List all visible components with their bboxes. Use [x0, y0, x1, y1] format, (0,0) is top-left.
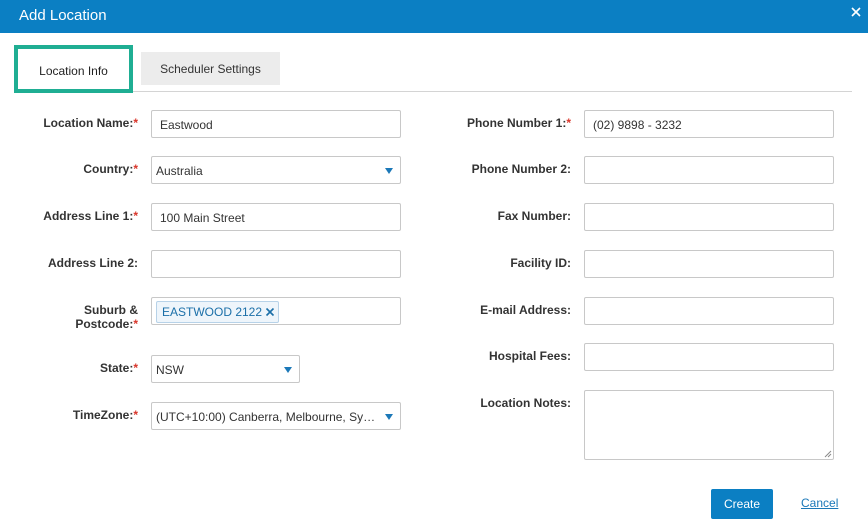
state-select[interactable]: NSW — [151, 355, 300, 383]
phone2-label-text: Phone Number 2: — [471, 162, 571, 176]
email-input[interactable] — [584, 297, 834, 325]
email-label-text: E-mail Address: — [480, 303, 571, 317]
create-button[interactable]: Create — [711, 489, 773, 519]
cancel-link[interactable]: Cancel — [801, 496, 838, 510]
required-marker: * — [566, 116, 571, 130]
close-icon[interactable] — [850, 6, 862, 18]
suburb-label-line1: Suburb & — [84, 303, 138, 317]
address1-label: Address Line 1:* — [18, 209, 138, 223]
phone2-input[interactable] — [584, 156, 834, 184]
location-notes-label-text: Location Notes: — [480, 396, 571, 410]
suburb-label-line2: Postcode: — [75, 317, 134, 331]
state-value: NSW — [156, 363, 184, 377]
address1-input[interactable]: 100 Main Street — [151, 203, 401, 231]
state-label: State:* — [18, 361, 138, 375]
address2-label-text: Address Line 2: — [47, 256, 138, 270]
facility-id-label-text: Facility ID: — [510, 256, 571, 270]
state-label-text: State: — [99, 361, 134, 375]
tabs-divider — [14, 91, 852, 92]
location-name-input[interactable]: Eastwood — [151, 110, 401, 138]
suburb-tag: EASTWOOD 2122 — [156, 301, 280, 323]
required-marker: * — [133, 162, 138, 176]
resize-handle-icon[interactable] — [824, 450, 832, 458]
dialog-title: Add Location — [19, 7, 107, 24]
country-label-text: Country: — [83, 162, 134, 176]
timezone-select[interactable]: (UTC+10:00) Canberra, Melbourne, Sydney — [151, 402, 401, 430]
chevron-down-icon — [385, 414, 393, 420]
location-name-value: Eastwood — [160, 118, 213, 132]
address1-value: 100 Main Street — [160, 211, 245, 225]
phone1-label-text: Phone Number 1: — [466, 116, 567, 130]
dialog-titlebar: Add Location — [0, 0, 868, 33]
remove-tag-icon[interactable] — [265, 307, 275, 317]
facility-id-label: Facility ID: — [421, 256, 571, 270]
hospital-fees-label-text: Hospital Fees: — [488, 349, 571, 363]
country-select[interactable]: Australia — [151, 156, 401, 184]
hospital-fees-input[interactable] — [584, 343, 834, 371]
fax-label: Fax Number: — [421, 209, 571, 223]
suburb-tag-text: EASTWOOD 2122 — [162, 305, 263, 319]
country-label: Country:* — [18, 162, 138, 176]
tab-scheduler-settings[interactable]: Scheduler Settings — [141, 52, 280, 85]
location-notes-label: Location Notes: — [421, 396, 571, 410]
phone1-input[interactable]: (02) 9898 - 3232 — [584, 110, 834, 138]
fax-label-text: Fax Number: — [497, 209, 571, 223]
timezone-label-text: TimeZone: — [72, 408, 134, 422]
fax-input[interactable] — [584, 203, 834, 231]
required-marker: * — [133, 361, 138, 375]
chevron-down-icon — [385, 168, 393, 174]
location-notes-textarea[interactable] — [584, 390, 834, 460]
tab-location-info[interactable]: Location Info — [14, 45, 133, 93]
phone2-label: Phone Number 2: — [421, 162, 571, 176]
suburb-label: Suburb & Postcode:* — [18, 303, 138, 331]
tab-location-info-label: Location Info — [39, 64, 108, 78]
suburb-input[interactable]: EASTWOOD 2122 — [151, 297, 401, 325]
required-marker: * — [133, 209, 138, 223]
address2-label: Address Line 2: — [18, 256, 138, 270]
email-label: E-mail Address: — [421, 303, 571, 317]
hospital-fees-label: Hospital Fees: — [421, 349, 571, 363]
phone1-value: (02) 9898 - 3232 — [593, 118, 682, 132]
address2-input[interactable] — [151, 250, 401, 278]
required-marker: * — [133, 317, 138, 331]
location-name-label: Location Name:* — [18, 116, 138, 130]
country-value: Australia — [156, 164, 203, 178]
required-marker: * — [133, 408, 138, 422]
required-marker: * — [133, 116, 138, 130]
address1-label-text: Address Line 1: — [43, 209, 134, 223]
tab-scheduler-settings-label: Scheduler Settings — [160, 62, 261, 76]
location-name-label-text: Location Name: — [43, 116, 134, 130]
timezone-value: (UTC+10:00) Canberra, Melbourne, Sydney — [156, 410, 376, 424]
facility-id-input[interactable] — [584, 250, 834, 278]
timezone-label: TimeZone:* — [18, 408, 138, 422]
phone1-label: Phone Number 1:* — [421, 116, 571, 130]
chevron-down-icon — [284, 367, 292, 373]
